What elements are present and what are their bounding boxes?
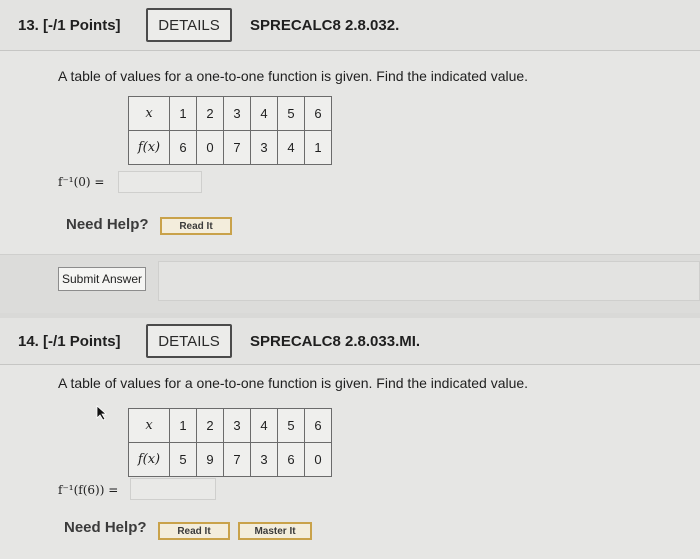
submit-answer-button[interactable]: Submit Answer	[58, 267, 146, 291]
question-14-answer-input[interactable]	[130, 478, 216, 500]
read-it-button[interactable]: Read It	[158, 522, 230, 540]
table-cell: 3	[223, 96, 251, 131]
table-cell: 4	[277, 130, 305, 165]
question-14-answer-label: f⁻¹(f(6)) =	[58, 483, 119, 497]
question-14-body: A table of values for a one-to-one funct…	[0, 365, 700, 559]
question-14-code: SPRECALC8 2.8.033.MI.	[250, 332, 421, 350]
question-13-answer-label: f⁻¹(0) =	[58, 175, 105, 189]
question-13-need-help: Need Help?	[66, 216, 149, 233]
question-13-submit-area: Submit Answer	[0, 254, 700, 313]
mouse-cursor-icon	[96, 405, 108, 421]
question-13-value-table: x 1 2 3 4 5 6 f(x) 6 0 7 3 4 1	[128, 96, 332, 165]
table-cell: 1	[169, 408, 197, 443]
details-button[interactable]: DETAILS	[146, 8, 232, 42]
question-14-prompt: A table of values for a one-to-one funct…	[58, 375, 529, 391]
table-cell: 0	[304, 442, 332, 477]
table-header-fx: f(x)	[128, 442, 170, 477]
question-13-prompt: A table of values for a one-to-one funct…	[58, 68, 529, 84]
table-cell: 7	[223, 130, 251, 165]
read-it-button[interactable]: Read It	[160, 217, 232, 235]
table-cell: 3	[250, 130, 278, 165]
table-cell: 6	[277, 442, 305, 477]
table-row-x: x 1 2 3 4 5 6	[128, 408, 332, 443]
table-cell: 5	[277, 96, 305, 131]
table-cell: 1	[304, 130, 332, 165]
question-13-code: SPRECALC8 2.8.032.	[250, 16, 400, 34]
submit-status-area	[158, 261, 700, 301]
table-cell: 2	[196, 408, 224, 443]
question-13-answer-input[interactable]	[118, 171, 202, 193]
table-cell: 6	[169, 130, 197, 165]
table-cell: 5	[169, 442, 197, 477]
table-cell: 6	[304, 408, 332, 443]
table-header-x: x	[128, 408, 170, 443]
details-button[interactable]: DETAILS	[146, 324, 232, 358]
table-row-x: x 1 2 3 4 5 6	[128, 96, 332, 131]
table-cell: 9	[196, 442, 224, 477]
table-cell: 3	[223, 408, 251, 443]
question-13-header: 13. [-/1 Points] DETAILS SPRECALC8 2.8.0…	[0, 0, 700, 51]
question-13-body: A table of values for a one-to-one funct…	[0, 51, 700, 264]
table-cell: 2	[196, 96, 224, 131]
table-cell: 4	[250, 96, 278, 131]
question-13-points: 13. [-/1 Points]	[18, 16, 121, 34]
master-it-button[interactable]: Master It	[238, 522, 312, 540]
table-cell: 5	[277, 408, 305, 443]
table-row-fx: f(x) 6 0 7 3 4 1	[128, 130, 332, 165]
question-14-header: 14. [-/1 Points] DETAILS SPRECALC8 2.8.0…	[0, 318, 700, 365]
table-row-fx: f(x) 5 9 7 3 6 0	[128, 442, 332, 477]
question-14-need-help: Need Help?	[64, 519, 147, 536]
table-cell: 4	[250, 408, 278, 443]
table-header-fx: f(x)	[128, 130, 170, 165]
table-cell: 0	[196, 130, 224, 165]
table-header-x: x	[128, 96, 170, 131]
question-14-points: 14. [-/1 Points]	[18, 332, 121, 350]
table-cell: 7	[223, 442, 251, 477]
table-cell: 1	[169, 96, 197, 131]
question-14-value-table: x 1 2 3 4 5 6 f(x) 5 9 7 3 6 0	[128, 408, 332, 477]
table-cell: 6	[304, 96, 332, 131]
table-cell: 3	[250, 442, 278, 477]
